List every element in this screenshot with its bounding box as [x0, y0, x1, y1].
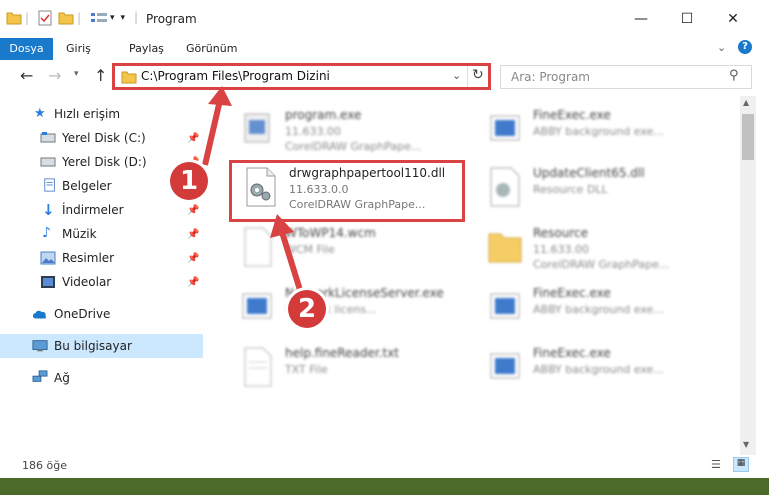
status-bar: 186 öğe ☰ ▦ — [0, 455, 769, 477]
large-icons-view-icon[interactable]: ▦ — [733, 457, 749, 472]
annotation-arrows — [202, 86, 303, 291]
item-count: 186 öğe — [22, 459, 67, 472]
scroll-up-icon[interactable]: ▲ — [743, 98, 749, 107]
arrow-1-line — [202, 99, 223, 166]
vertical-scrollbar[interactable]: ▲ ▼ — [740, 96, 756, 456]
arrow-2-head — [270, 214, 294, 238]
explorer-window: | | ▾ ▾ | Program — ☐ ✕ Dosya Giriş Payl… — [0, 0, 769, 478]
details-view-icon[interactable]: ☰ — [711, 458, 721, 471]
arrow-1-head — [208, 86, 232, 106]
callout-badge-1: 1 — [170, 162, 208, 200]
callout-badge-2: 2 — [288, 290, 326, 328]
scroll-down-icon[interactable]: ▼ — [743, 440, 749, 449]
scroll-thumb[interactable] — [742, 114, 754, 160]
arrow-2-line — [279, 231, 303, 291]
